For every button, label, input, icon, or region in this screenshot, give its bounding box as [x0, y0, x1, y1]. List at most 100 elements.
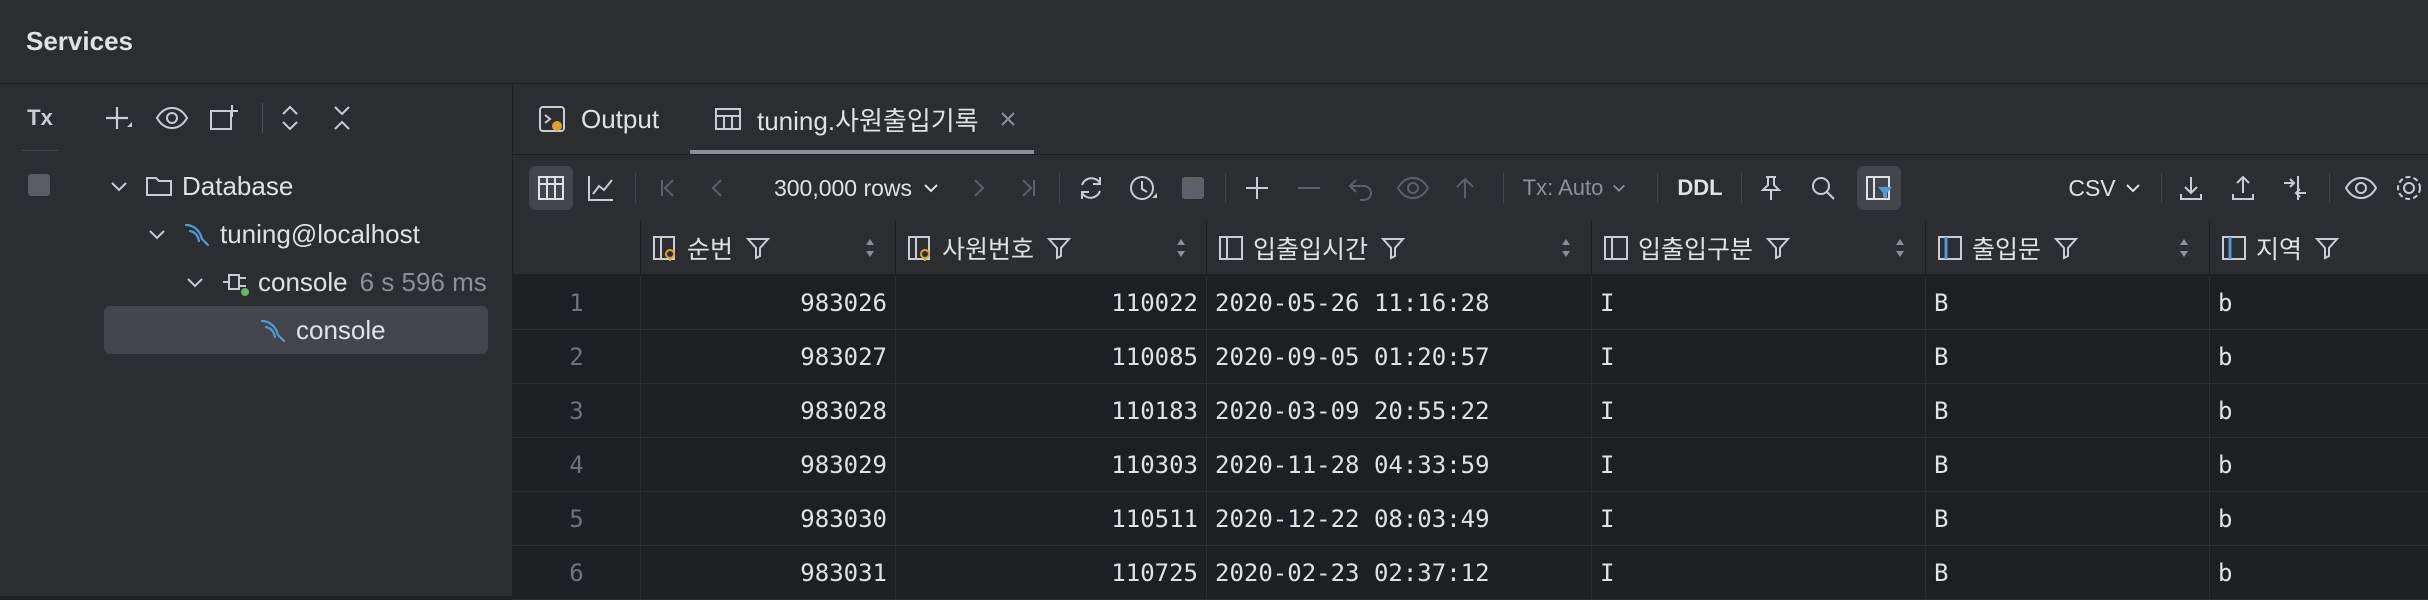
submit-icon[interactable]	[1447, 166, 1483, 210]
row-number[interactable]: 5	[513, 492, 641, 546]
table-cell[interactable]: 2020-02-23 02:37:12	[1207, 546, 1592, 600]
table-cell[interactable]: B	[1926, 384, 2210, 438]
compare-icon[interactable]	[2277, 166, 2313, 210]
table-cell[interactable]: b	[2210, 492, 2428, 546]
table-cell[interactable]: 983026	[641, 276, 896, 330]
table-cell[interactable]: 110183	[896, 384, 1207, 438]
close-icon[interactable]	[997, 108, 1019, 130]
eye-icon[interactable]	[154, 100, 190, 136]
ddl-button[interactable]: DDL	[1671, 166, 1729, 210]
add-icon[interactable]	[100, 100, 136, 136]
next-page-icon[interactable]	[963, 166, 993, 210]
chart-view-icon[interactable]	[579, 166, 623, 210]
stop-query-icon[interactable]	[1175, 166, 1211, 210]
table-cell[interactable]: I	[1592, 438, 1926, 492]
table-cell[interactable]: 2020-05-26 11:16:28	[1207, 276, 1592, 330]
table-cell[interactable]: B	[1926, 438, 2210, 492]
filter-icon[interactable]	[2053, 235, 2079, 261]
table-cell[interactable]: I	[1592, 546, 1926, 600]
table-cell[interactable]: 110303	[896, 438, 1207, 492]
table-cell[interactable]: I	[1592, 492, 1926, 546]
row-number[interactable]: 4	[513, 438, 641, 492]
tree-item-database[interactable]: Database	[108, 166, 293, 206]
tree-item-console[interactable]: console	[258, 310, 386, 350]
table-cell[interactable]: B	[1926, 546, 2210, 600]
add-row-icon[interactable]	[1239, 166, 1275, 210]
tab-table[interactable]: tuning.사원출입기록	[713, 84, 1019, 154]
pin-icon[interactable]	[1753, 166, 1789, 210]
prev-page-icon[interactable]	[703, 166, 733, 210]
table-cell[interactable]: b	[2210, 276, 2428, 330]
search-icon[interactable]	[1805, 166, 1841, 210]
filter-icon[interactable]	[1380, 235, 1406, 261]
table-cell[interactable]: 110725	[896, 546, 1207, 600]
new-window-icon[interactable]	[206, 100, 242, 136]
column-header[interactable]: 출입문	[1926, 221, 2210, 275]
column-header[interactable]: 입출입시간	[1207, 221, 1592, 275]
chevron-down-icon[interactable]	[184, 271, 206, 293]
last-page-icon[interactable]	[1013, 166, 1043, 210]
table-cell[interactable]: 2020-09-05 01:20:57	[1207, 330, 1592, 384]
filter-view-icon[interactable]	[1857, 166, 1901, 210]
table-cell[interactable]: I	[1592, 330, 1926, 384]
table-cell[interactable]: B	[1926, 330, 2210, 384]
row-number[interactable]: 6	[513, 546, 641, 600]
view-icon[interactable]	[2341, 166, 2381, 210]
filter-icon[interactable]	[1046, 235, 1072, 261]
settings-gear-icon[interactable]	[2393, 166, 2425, 210]
download-icon[interactable]	[2173, 166, 2209, 210]
tree-item-console-session[interactable]: console 6 s 596 ms	[184, 262, 487, 302]
table-cell[interactable]: I	[1592, 276, 1926, 330]
transaction-mode-dropdown[interactable]: Tx: Auto	[1515, 166, 1635, 210]
column-header[interactable]: 순번	[641, 221, 896, 275]
delete-row-icon[interactable]	[1291, 166, 1327, 210]
tree-item-connection[interactable]: tuning@localhost	[146, 214, 420, 254]
sort-icon[interactable]	[1174, 235, 1188, 261]
refresh-icon[interactable]	[1071, 166, 1111, 210]
table-cell[interactable]: B	[1926, 492, 2210, 546]
filter-icon[interactable]	[2314, 235, 2340, 261]
column-header[interactable]: 입출입구분	[1592, 221, 1926, 275]
collapse-all-icon[interactable]	[324, 100, 360, 136]
table-cell[interactable]: 110085	[896, 330, 1207, 384]
table-cell[interactable]: b	[2210, 384, 2428, 438]
auto-refresh-icon[interactable]	[1123, 166, 1163, 210]
upload-icon[interactable]	[2225, 166, 2261, 210]
rows-dropdown[interactable]: 300,000 rows	[757, 166, 957, 210]
tab-output[interactable]: Output	[537, 84, 659, 154]
sort-icon[interactable]	[1559, 235, 1573, 261]
table-cell[interactable]: 983028	[641, 384, 896, 438]
table-cell[interactable]: 983027	[641, 330, 896, 384]
expand-all-icon[interactable]	[272, 100, 308, 136]
sort-icon[interactable]	[863, 235, 877, 261]
stop-icon[interactable]	[28, 174, 50, 196]
table-cell[interactable]: 983029	[641, 438, 896, 492]
table-cell[interactable]: 2020-03-09 20:55:22	[1207, 384, 1592, 438]
filter-icon[interactable]	[1765, 235, 1791, 261]
table-cell[interactable]: I	[1592, 384, 1926, 438]
revert-icon[interactable]	[1343, 166, 1379, 210]
export-format-dropdown[interactable]: CSV	[2063, 166, 2147, 210]
table-cell[interactable]: 2020-11-28 04:33:59	[1207, 438, 1592, 492]
table-cell[interactable]: 2020-12-22 08:03:49	[1207, 492, 1592, 546]
table-cell[interactable]: 983030	[641, 492, 896, 546]
column-header[interactable]: 사원번호	[896, 221, 1207, 275]
table-cell[interactable]: 110511	[896, 492, 1207, 546]
table-cell[interactable]: 983031	[641, 546, 896, 600]
sort-icon[interactable]	[2177, 235, 2191, 261]
table-cell[interactable]: b	[2210, 438, 2428, 492]
tx-icon[interactable]: Tx	[22, 100, 58, 136]
filter-icon[interactable]	[745, 235, 771, 261]
row-number[interactable]: 2	[513, 330, 641, 384]
sort-icon[interactable]	[1893, 235, 1907, 261]
table-cell[interactable]: B	[1926, 276, 2210, 330]
table-cell[interactable]: 110022	[896, 276, 1207, 330]
chevron-down-icon[interactable]	[146, 223, 168, 245]
table-cell[interactable]: b	[2210, 546, 2428, 600]
column-header[interactable]: 지역	[2210, 221, 2428, 275]
row-number[interactable]: 1	[513, 276, 641, 330]
chevron-down-icon[interactable]	[108, 175, 130, 197]
table-view-icon[interactable]	[529, 166, 573, 210]
table-cell[interactable]: b	[2210, 330, 2428, 384]
row-number[interactable]: 3	[513, 384, 641, 438]
